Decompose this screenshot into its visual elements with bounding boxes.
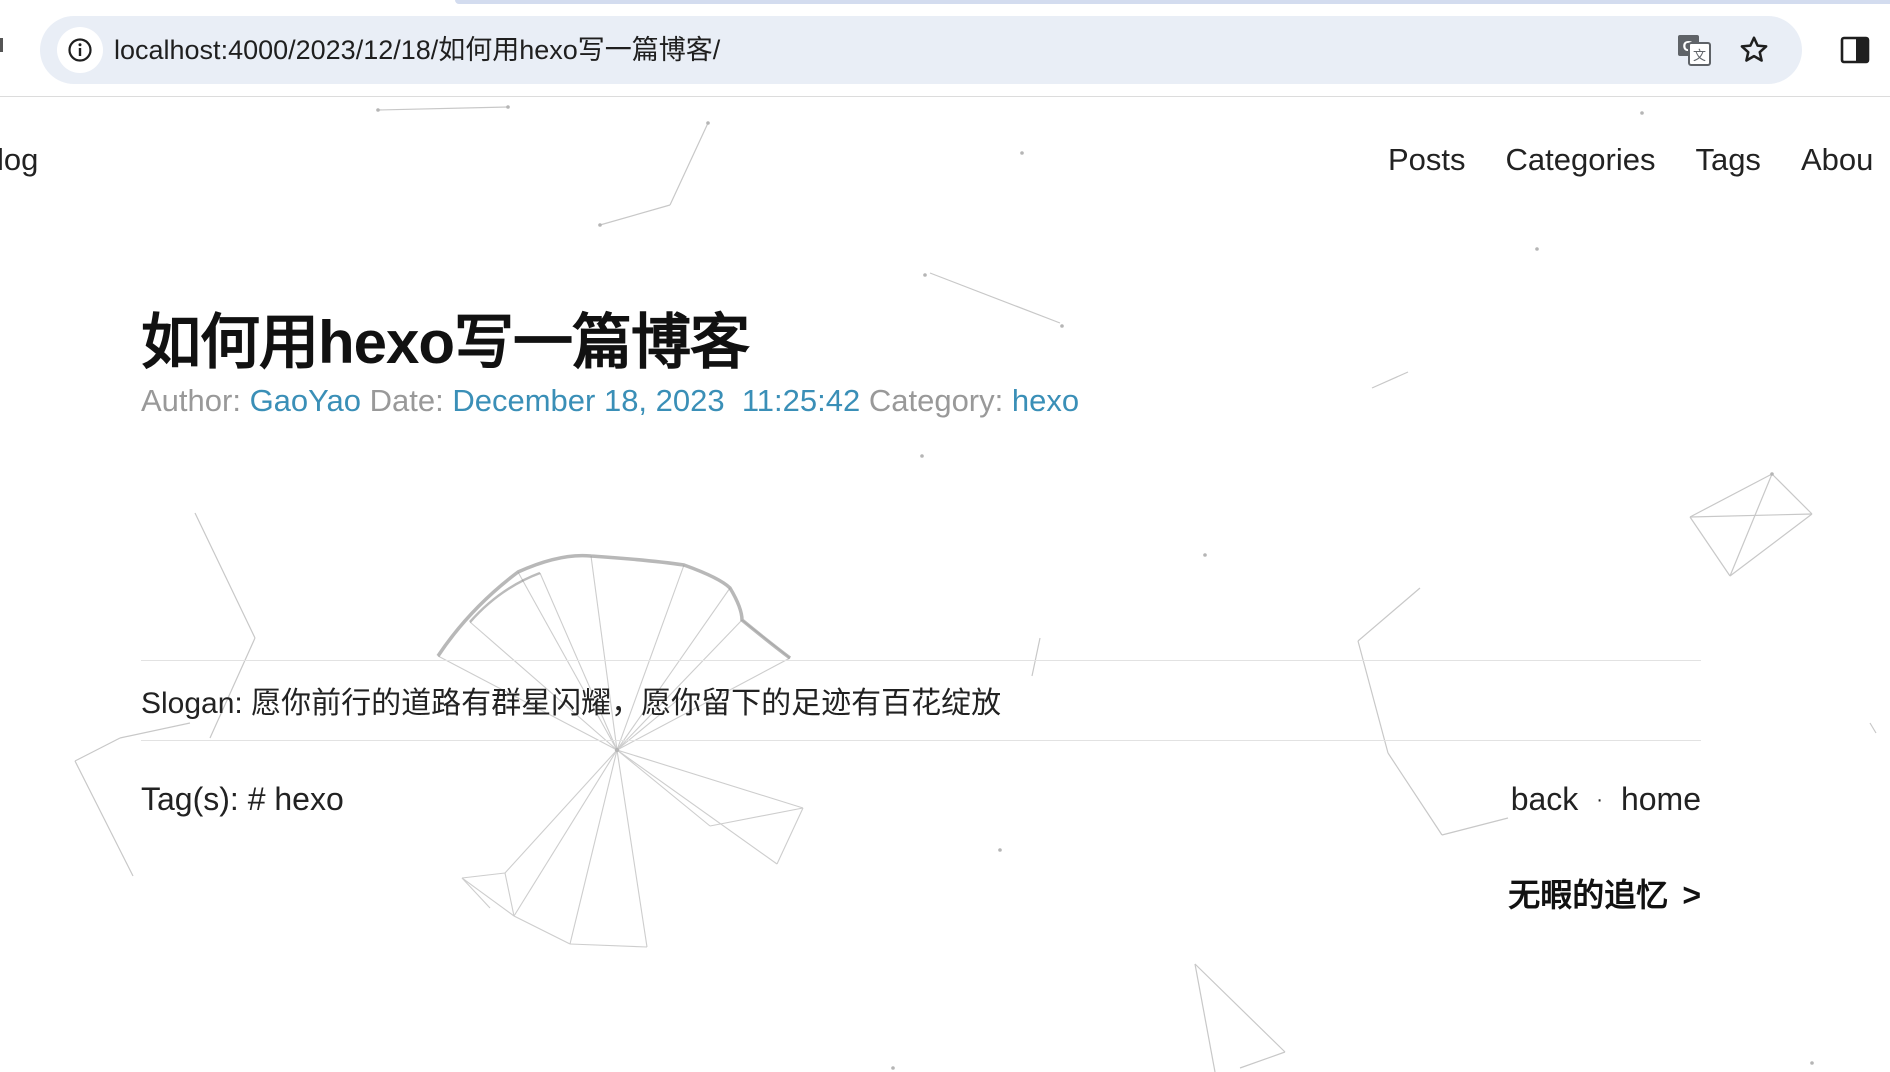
author-label: Author: <box>141 383 250 418</box>
nav-about[interactable]: Abou <box>1801 142 1873 178</box>
post-meta: Author: GaoYao Date: December 18, 2023 1… <box>141 383 1079 419</box>
author-link[interactable]: GaoYao <box>250 383 361 418</box>
next-post-title: 无暇的追忆 <box>1508 877 1669 913</box>
post-tags: Tag(s): # hexo <box>141 781 344 818</box>
nav-tags[interactable]: Tags <box>1695 142 1760 178</box>
blog-page: log Posts Categories Tags Abou 如何用hexo写一… <box>0 98 1890 1072</box>
bookmark-star-icon[interactable] <box>1734 30 1774 70</box>
url-text[interactable]: localhost:4000/2023/12/18/如何用hexo写一篇博客/ <box>114 16 720 84</box>
back-link[interactable]: back <box>1511 781 1579 817</box>
tag-hexo[interactable]: # hexo <box>248 781 344 817</box>
site-brand[interactable]: log <box>0 142 38 178</box>
back-home-links: back · home <box>1511 781 1701 818</box>
home-link[interactable]: home <box>1621 781 1701 817</box>
link-separator: · <box>1596 789 1603 811</box>
divider-bottom <box>141 740 1701 741</box>
next-arrow-icon: > <box>1682 877 1701 913</box>
nav-categories[interactable]: Categories <box>1506 142 1656 178</box>
main-nav: Posts Categories Tags Abou <box>1388 142 1873 178</box>
post-title: 如何用hexo写一篇博客 <box>141 309 750 376</box>
address-bar[interactable]: localhost:4000/2023/12/18/如何用hexo写一篇博客/ … <box>40 16 1802 84</box>
nav-posts[interactable]: Posts <box>1388 142 1466 178</box>
next-post-link[interactable]: 无暇的追忆 > <box>1508 870 1701 916</box>
divider-top <box>141 660 1701 661</box>
svg-text:文: 文 <box>1693 49 1706 64</box>
particle-network-background <box>74 105 1877 1072</box>
site-info-icon[interactable] <box>57 27 103 73</box>
translate-icon[interactable]: G 文 <box>1674 30 1714 70</box>
side-panel-icon[interactable] <box>1835 30 1875 70</box>
post-date[interactable]: December 18, 2023 <box>452 383 724 418</box>
category-label: Category: <box>860 383 1012 418</box>
date-label: Date: <box>361 383 453 418</box>
tags-label: Tag(s): <box>141 781 248 817</box>
category-link[interactable]: hexo <box>1012 383 1079 418</box>
post-slogan: Slogan: 愿你前行的道路有群星闪耀，愿你留下的足迹有百花绽放 <box>141 687 1002 720</box>
loading-bar <box>455 0 1890 4</box>
browser-toolbar: localhost:4000/2023/12/18/如何用hexo写一篇博客/ … <box>0 0 1890 97</box>
post-time[interactable]: 11:25:42 <box>742 383 860 418</box>
tab-edge <box>0 38 3 52</box>
